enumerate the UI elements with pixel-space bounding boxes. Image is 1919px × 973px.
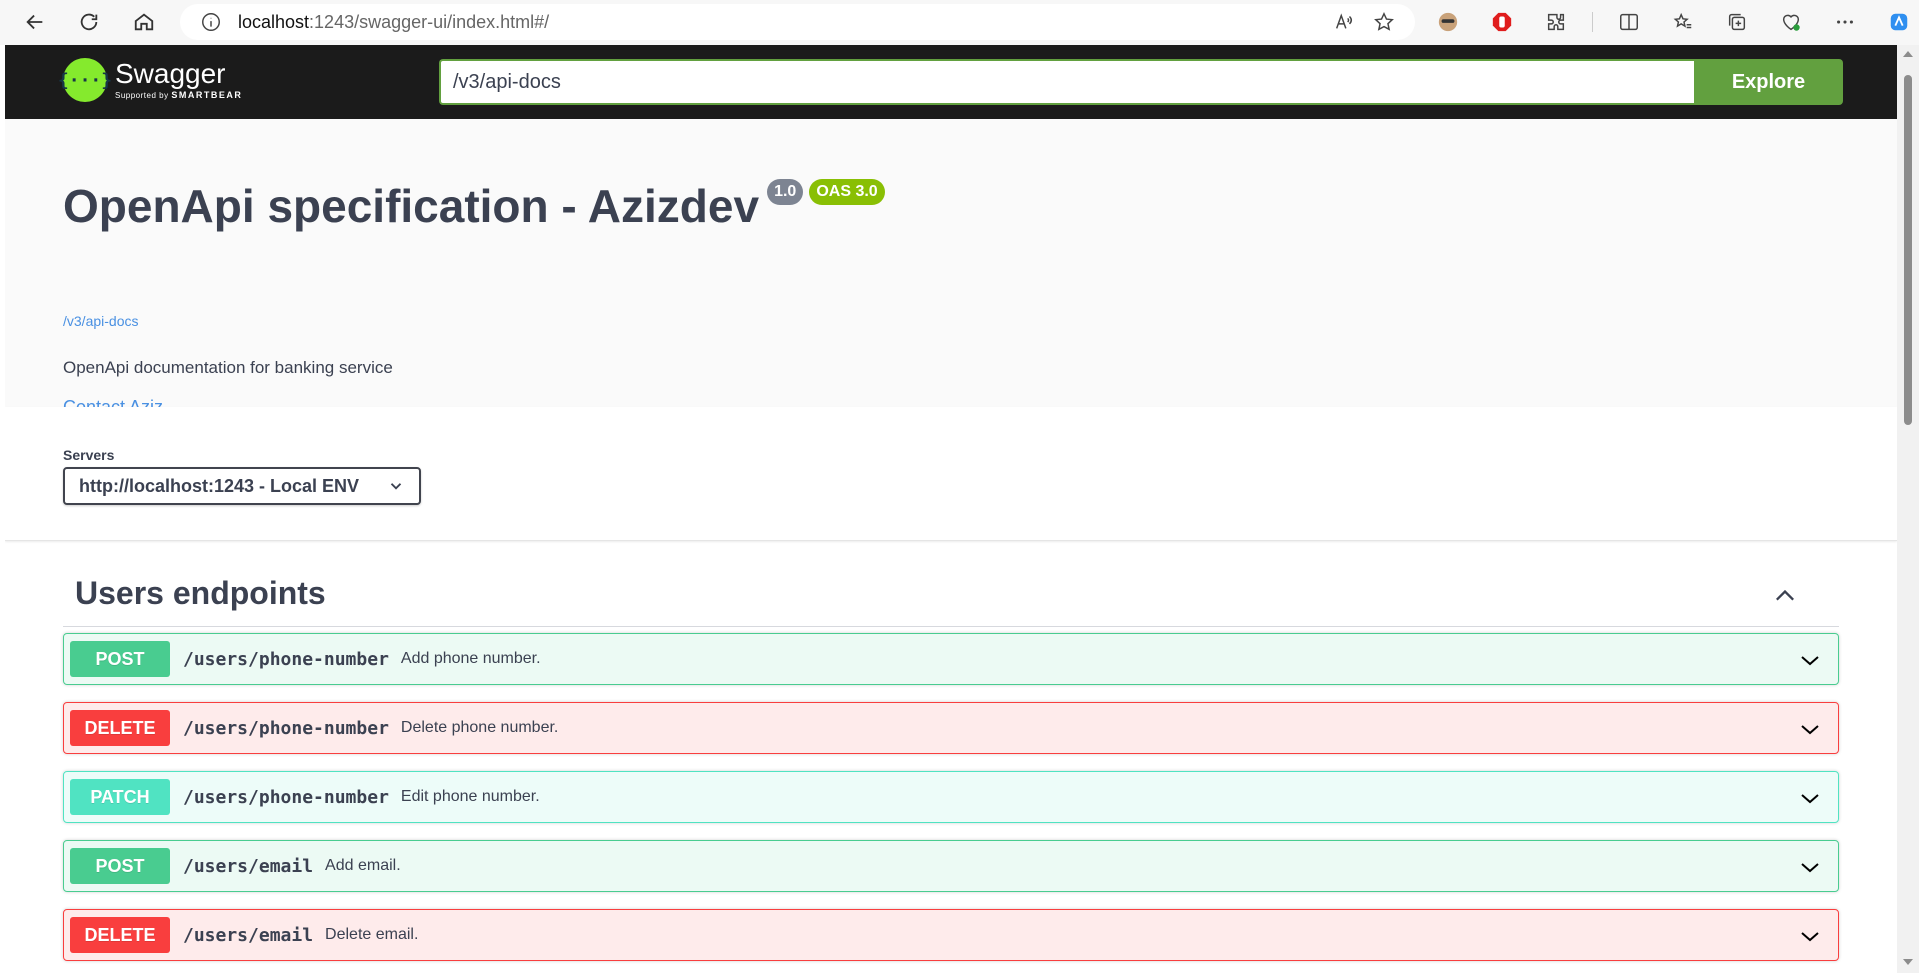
adblock-icon[interactable] (1484, 4, 1520, 40)
extension-avatar-icon[interactable] (1430, 4, 1466, 40)
page-scrollbar[interactable] (1897, 45, 1919, 973)
method-badge: POST (70, 641, 170, 677)
method-badge: DELETE (70, 710, 170, 746)
operation-path: /users/phone-number (183, 717, 389, 739)
spec-url-link[interactable]: /v3/api-docs (63, 313, 138, 329)
scroll-down-arrow-icon[interactable] (1903, 959, 1913, 965)
chevron-down-icon[interactable] (1798, 924, 1822, 948)
operation-summary: Delete phone number. (400, 719, 559, 736)
info-section: OpenApi specification - Azizdev 1.0 OAS … (5, 119, 1897, 417)
toolbar-divider (1592, 12, 1593, 32)
collapse-chevron-up-icon[interactable] (1771, 581, 1799, 609)
method-badge: DELETE (70, 917, 170, 953)
chevron-down-icon[interactable] (1798, 855, 1822, 879)
back-icon[interactable] (17, 4, 53, 40)
read-aloud-icon[interactable] (1333, 11, 1355, 33)
page-title: OpenApi specification - Azizdev 1.0 OAS … (63, 179, 885, 233)
operation-row[interactable]: POST /users/phone-number Add phone numbe… (63, 633, 1839, 685)
browser-toolbar: localhost:1243/swagger-ui/index.html#/ (0, 0, 1919, 45)
home-icon[interactable] (126, 4, 162, 40)
swagger-logo[interactable]: {···} Swagger Supported by SMARTBEAR (58, 58, 243, 102)
operation-row[interactable]: DELETE /users/phone-number Delete phone … (63, 702, 1839, 754)
extensions-puzzle-icon[interactable] (1538, 4, 1574, 40)
favorites-icon[interactable] (1665, 4, 1701, 40)
api-description: OpenApi documentation for banking servic… (63, 358, 393, 377)
info-icon[interactable] (200, 11, 222, 33)
version-badge: 1.0 (767, 179, 804, 205)
refresh-icon[interactable] (71, 4, 107, 40)
favorite-star-icon[interactable] (1373, 11, 1395, 33)
server-select[interactable]: http://localhost:1243 - Local ENV (63, 467, 421, 505)
operation-path: /users/email (183, 855, 314, 877)
operation-path: /users/phone-number (183, 648, 389, 670)
chevron-down-icon[interactable] (1798, 786, 1822, 810)
scrollbar-thumb[interactable] (1904, 75, 1912, 425)
explore-button[interactable]: Explore (1694, 59, 1843, 105)
spec-url-form: Explore (439, 59, 1843, 105)
server-selected-value: http://localhost:1243 - Local ENV (79, 475, 360, 496)
address-bar[interactable]: localhost:1243/swagger-ui/index.html#/ (180, 4, 1415, 40)
tag-section: Users endpoints POST /users/phone-number… (5, 541, 1897, 961)
chevron-down-icon[interactable] (1798, 717, 1822, 741)
oas-badge: OAS 3.0 (809, 179, 885, 205)
url-host: localhost (238, 11, 310, 32)
operation-row[interactable]: DELETE /users/email Delete email. (63, 909, 1839, 961)
collections-icon[interactable] (1719, 4, 1755, 40)
swagger-logo-icon: {···} (58, 58, 112, 102)
operation-row[interactable]: POST /users/email Add email. (63, 840, 1839, 892)
tag-header[interactable]: Users endpoints (63, 541, 1839, 627)
api-title: OpenApi specification - Azizdev (63, 180, 760, 232)
operation-summary: Add phone number. (400, 650, 541, 667)
servers-section: Servers http://localhost:1243 - Local EN… (5, 407, 1897, 541)
spec-url-input[interactable] (439, 59, 1694, 105)
operation-path: /users/email (183, 924, 314, 946)
scroll-up-arrow-icon[interactable] (1903, 51, 1913, 57)
servers-label: Servers (63, 447, 115, 463)
more-menu-icon[interactable] (1827, 4, 1863, 40)
logo-subtitle: Supported by SMARTBEAR (115, 90, 243, 100)
operation-summary: Delete email. (325, 926, 419, 943)
chevron-down-icon (390, 483, 402, 490)
operation-row[interactable]: PATCH /users/phone-number Edit phone num… (63, 771, 1839, 823)
split-screen-icon[interactable] (1611, 4, 1647, 40)
browser-essentials-icon[interactable] (1773, 4, 1809, 40)
logo-title: Swagger (115, 58, 226, 89)
operation-summary: Add email. (325, 857, 401, 874)
operation-summary: Edit phone number. (400, 788, 540, 805)
swagger-topbar: {···} Swagger Supported by SMARTBEAR Exp… (5, 45, 1897, 119)
tag-title: Users endpoints (75, 575, 326, 611)
chevron-down-icon[interactable] (1798, 648, 1822, 672)
method-badge: PATCH (70, 779, 170, 815)
operation-path: /users/phone-number (183, 786, 389, 808)
page-viewport: {···} Swagger Supported by SMARTBEAR Exp… (5, 45, 1897, 973)
copilot-icon[interactable] (1881, 4, 1917, 40)
url-path: :1243/swagger-ui/index.html#/ (309, 11, 550, 32)
method-badge: POST (70, 848, 170, 884)
